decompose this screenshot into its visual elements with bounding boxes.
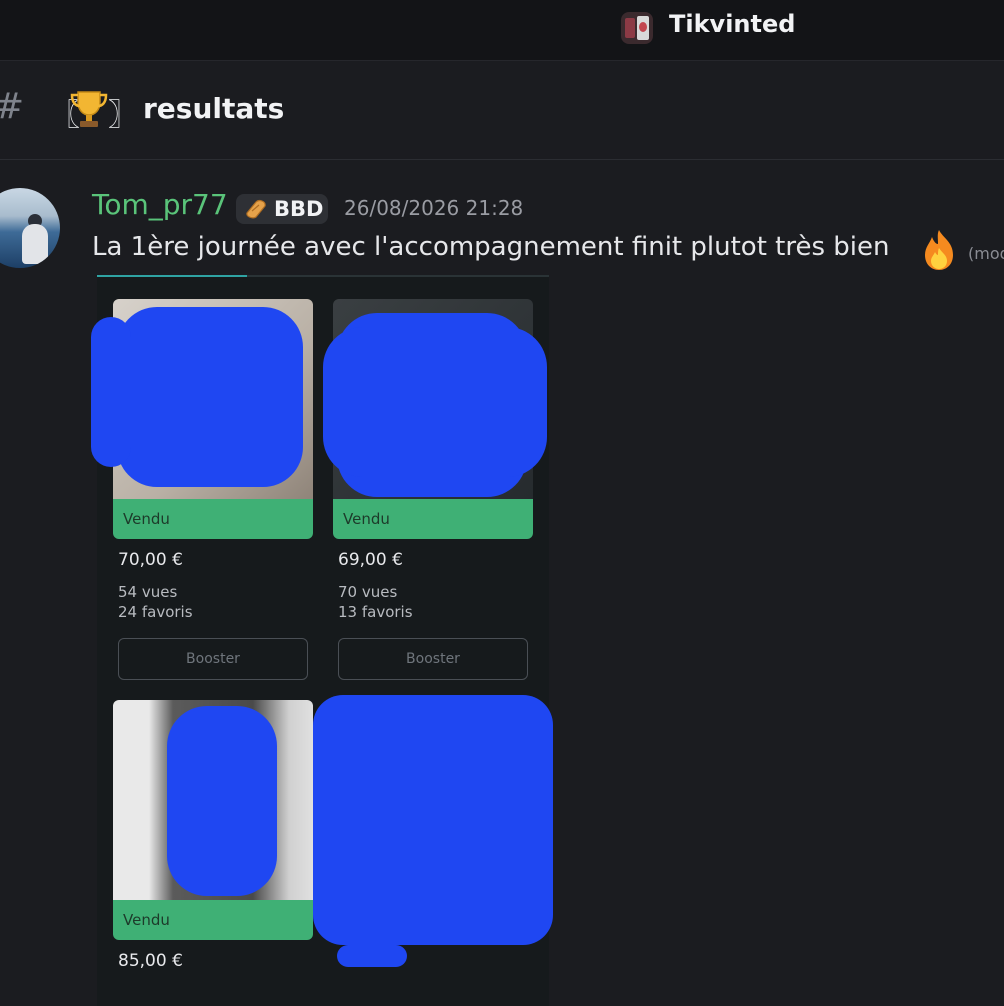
listing-image[interactable] bbox=[113, 299, 313, 499]
redaction-scribble bbox=[91, 317, 131, 467]
listing-views: 54 vues bbox=[118, 583, 178, 601]
listing-image[interactable] bbox=[113, 700, 313, 900]
redaction-scribble bbox=[167, 706, 277, 896]
sold-label: Vendu bbox=[123, 510, 170, 528]
hash-icon: # bbox=[0, 86, 24, 127]
listing-price: 70,00 € bbox=[118, 550, 183, 570]
listing-views: 70 vues bbox=[338, 583, 398, 601]
trophy-icon bbox=[70, 91, 108, 127]
fire-icon bbox=[925, 230, 953, 270]
badge-label: BBD bbox=[274, 197, 324, 221]
server-name[interactable]: Tikvinted bbox=[669, 10, 795, 38]
redaction-scribble bbox=[313, 695, 553, 945]
sold-banner: Vendu bbox=[333, 499, 533, 539]
sold-label: Vendu bbox=[343, 510, 390, 528]
load-progress bbox=[97, 275, 247, 277]
sold-banner: Vendu bbox=[113, 900, 313, 940]
clan-badge[interactable]: BBD bbox=[236, 194, 328, 224]
sold-banner: Vendu bbox=[113, 499, 313, 539]
booster-button[interactable]: Booster bbox=[338, 638, 528, 680]
tag-icon bbox=[246, 200, 266, 219]
channel-name: resultats bbox=[143, 92, 285, 125]
listing-price: 85,00 € bbox=[118, 951, 183, 971]
username[interactable]: Tom_pr77 bbox=[92, 188, 228, 221]
redaction-scribble bbox=[323, 327, 547, 477]
edited-label: (mod bbox=[968, 244, 1004, 263]
booster-button[interactable]: Booster bbox=[118, 638, 308, 680]
channel-bracket-right: 〗 bbox=[108, 98, 138, 133]
redaction-scribble bbox=[337, 945, 407, 967]
listing-favorites: 24 favoris bbox=[118, 603, 193, 621]
redaction-scribble bbox=[117, 307, 303, 487]
listing-price: 69,00 € bbox=[338, 550, 403, 570]
avatar[interactable] bbox=[0, 188, 60, 268]
listing-favorites: 13 favoris bbox=[338, 603, 413, 621]
image-attachment[interactable]: Vendu 70,00 € 54 vues 24 favoris Booster… bbox=[91, 275, 553, 1006]
message-text: La 1ère journée avec l'accompagnement fi… bbox=[92, 232, 890, 262]
message-timestamp: 26/08/2026 21:28 bbox=[344, 196, 524, 220]
server-header bbox=[0, 0, 1004, 61]
sold-label: Vendu bbox=[123, 911, 170, 929]
server-icon[interactable] bbox=[621, 12, 653, 44]
